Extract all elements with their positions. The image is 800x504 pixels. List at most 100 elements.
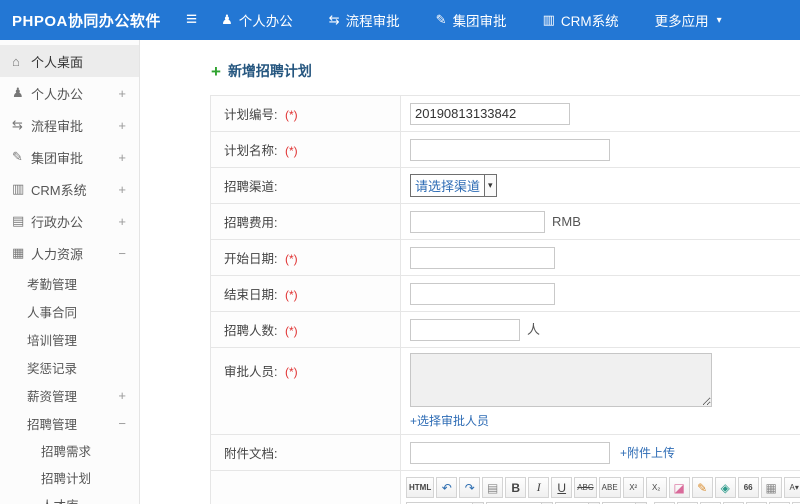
sidebar-item-label: 招聘管理	[27, 417, 78, 432]
sidebar-item-label: 人事合同	[27, 305, 78, 320]
sidebar-item-label: 奖惩记录	[27, 361, 78, 376]
nav-crm-system[interactable]: ▥ CRM系统	[543, 10, 619, 30]
expand-toggle[interactable]: +	[118, 86, 126, 101]
menu-toggle-icon[interactable]: ≡	[186, 9, 197, 31]
html-source-button[interactable]: HTML	[406, 477, 435, 498]
blockquote-button[interactable]: 66	[737, 477, 759, 498]
sidebar-item-recruitment-mgmt[interactable]: 招聘管理 −	[0, 409, 139, 437]
sidebar-item-icon: ⇆	[12, 117, 23, 132]
form-row-headcount: 招聘人数: (*) 人	[210, 311, 800, 348]
editor-toolbar-row1: HTML ↶ ↷ ▤ B I U ABC ABE X² X₂ ◪ ✎ ◈ 66 …	[404, 475, 800, 500]
redo-button[interactable]: ↷	[459, 477, 481, 498]
sidebar-item-reward-punishment[interactable]: 奖惩记录	[0, 353, 139, 381]
remove-format-button[interactable]: ◪	[668, 477, 690, 498]
form-row-approvers: 审批人员: (*) +选择审批人员	[210, 347, 800, 435]
page-layout: ⌂ 个人桌面 ♟ 个人办公 + ⇆ 流程审批 + ✎ 集团审批 + ▥ CRM系…	[0, 40, 800, 504]
field-label: 结束日期:	[224, 288, 278, 302]
required-marker: (*)	[284, 252, 298, 266]
field-label: 附件文档:	[224, 447, 278, 461]
field-label: 审批人员:	[224, 365, 278, 379]
spellcheck-button[interactable]: ABE	[598, 477, 621, 498]
sidebar-item-attendance-mgmt[interactable]: 考勤管理	[0, 269, 139, 297]
fee-input[interactable]	[410, 210, 545, 233]
sidebar-item-admin-office[interactable]: ▤ 行政办公 +	[0, 205, 139, 237]
form-row-attachment: 附件文档: +附件上传	[210, 434, 800, 471]
plan-no-input[interactable]	[410, 102, 570, 125]
sidebar-item-personal-desktop[interactable]: ⌂ 个人桌面	[0, 45, 139, 77]
sidebar: ⌂ 个人桌面 ♟ 个人办公 + ⇆ 流程审批 + ✎ 集团审批 + ▥ CRM系…	[0, 40, 140, 504]
nav-item-icon: ▥	[542, 12, 555, 27]
underline-button[interactable]: U	[551, 477, 573, 498]
sidebar-item-talent-pool[interactable]: 人才库	[0, 491, 139, 504]
sidebar-item-label: 集团审批	[31, 150, 84, 166]
nav-item-label: 个人办公	[238, 14, 293, 29]
sidebar-item-training-mgmt[interactable]: 培训管理	[0, 325, 139, 353]
plan-name-input[interactable]	[410, 138, 610, 161]
attachment-input[interactable]	[410, 441, 610, 464]
paste-button[interactable]: ▤	[482, 477, 504, 498]
attachment-upload-link[interactable]: +附件上传	[620, 446, 675, 460]
sidebar-item-icon: ✎	[12, 149, 23, 164]
sidebar-item-recruitment-demand[interactable]: 招聘需求	[0, 437, 139, 464]
form-row-editor: HTML ↶ ↷ ▤ B I U ABC ABE X² X₂ ◪ ✎ ◈ 66 …	[210, 470, 800, 504]
subscript-button[interactable]: X₂	[645, 477, 667, 498]
sidebar-item-label: 个人桌面	[31, 54, 84, 70]
sidebar-item-group-approval[interactable]: ✎ 集团审批 +	[0, 141, 139, 173]
bold-button[interactable]: B	[505, 477, 527, 498]
field-label: 计划编号:	[224, 108, 278, 122]
italic-button[interactable]: I	[528, 477, 550, 498]
channel-select[interactable]: 请选择渠道 ▾	[410, 174, 497, 197]
sidebar-item-label: 招聘计划	[41, 472, 92, 486]
end-date-input[interactable]	[410, 282, 555, 305]
insert-image-button[interactable]: ◈	[714, 477, 736, 498]
format-brush-button[interactable]: ✎	[691, 477, 713, 498]
nav-group-approval[interactable]: ✎ 集团审批	[436, 10, 507, 30]
unit-label: RMB	[552, 214, 581, 229]
sidebar-item-workflow-approval[interactable]: ⇆ 流程审批 +	[0, 109, 139, 141]
expand-toggle[interactable]: −	[118, 416, 126, 431]
nav-item-label: 流程审批	[345, 14, 400, 29]
add-plus-icon: +	[211, 61, 221, 81]
approvers-textarea[interactable]	[410, 353, 712, 407]
expand-toggle[interactable]: +	[118, 388, 126, 403]
page-header: + 新增招聘计划	[140, 40, 800, 95]
headcount-input[interactable]	[410, 318, 520, 341]
expand-toggle[interactable]: +	[118, 118, 126, 133]
font-color-button[interactable]: A▾	[783, 477, 800, 498]
sidebar-item-label: 人才库	[41, 495, 79, 504]
sidebar-item-icon: ▦	[12, 245, 25, 260]
sidebar-item-personal-office[interactable]: ♟ 个人办公 +	[0, 77, 139, 109]
nav-more-apps[interactable]: 更多应用 ▾	[655, 10, 722, 30]
nav-item-label: CRM系统	[560, 14, 619, 29]
nav-personal-office[interactable]: ♟ 个人办公	[221, 10, 293, 30]
sidebar-item-label: 考勤管理	[27, 277, 78, 292]
sidebar-item-label: 培训管理	[27, 333, 78, 348]
sidebar-item-icon: ▥	[12, 181, 25, 196]
sidebar-item-crm-system[interactable]: ▥ CRM系统 +	[0, 173, 139, 205]
caret-down-icon: ▾	[716, 14, 722, 26]
field-label: 招聘渠道:	[224, 180, 278, 194]
sidebar-item-hr-contract[interactable]: 人事合同	[0, 297, 139, 325]
table-button[interactable]: ▦	[760, 477, 782, 498]
superscript-button[interactable]: X²	[622, 477, 644, 498]
sidebar-item-recruitment-plan[interactable]: 招聘计划	[0, 464, 139, 491]
app-logo-title: PHPOA协同办公软件	[12, 12, 161, 30]
select-approvers-link[interactable]: +选择审批人员	[410, 414, 489, 428]
expand-toggle[interactable]: +	[118, 214, 126, 229]
strikethrough-button[interactable]: ABC	[574, 477, 597, 498]
nav-item-icon: ⇆	[328, 12, 340, 27]
start-date-input[interactable]	[410, 246, 555, 269]
form-row-start-date: 开始日期: (*)	[210, 239, 800, 276]
sidebar-item-salary-mgmt[interactable]: 薪资管理 +	[0, 381, 139, 409]
nav-workflow-approval[interactable]: ⇆ 流程审批	[329, 10, 400, 30]
sidebar-item-human-resources[interactable]: ▦ 人力资源 −	[0, 237, 139, 269]
sidebar-item-icon: ⌂	[12, 53, 20, 69]
sidebar-item-label: 招聘需求	[41, 445, 92, 459]
sidebar-item-label: CRM系统	[31, 182, 87, 198]
expand-toggle[interactable]: −	[118, 246, 126, 261]
expand-toggle[interactable]: +	[118, 150, 126, 165]
expand-toggle[interactable]: +	[118, 182, 126, 197]
recruitment-plan-form: 计划编号: (*) 计划名称: (*) 招聘渠道:	[210, 95, 800, 504]
undo-button[interactable]: ↶	[436, 477, 458, 498]
rich-text-editor: HTML ↶ ↷ ▤ B I U ABC ABE X² X₂ ◪ ✎ ◈ 66 …	[400, 470, 800, 504]
